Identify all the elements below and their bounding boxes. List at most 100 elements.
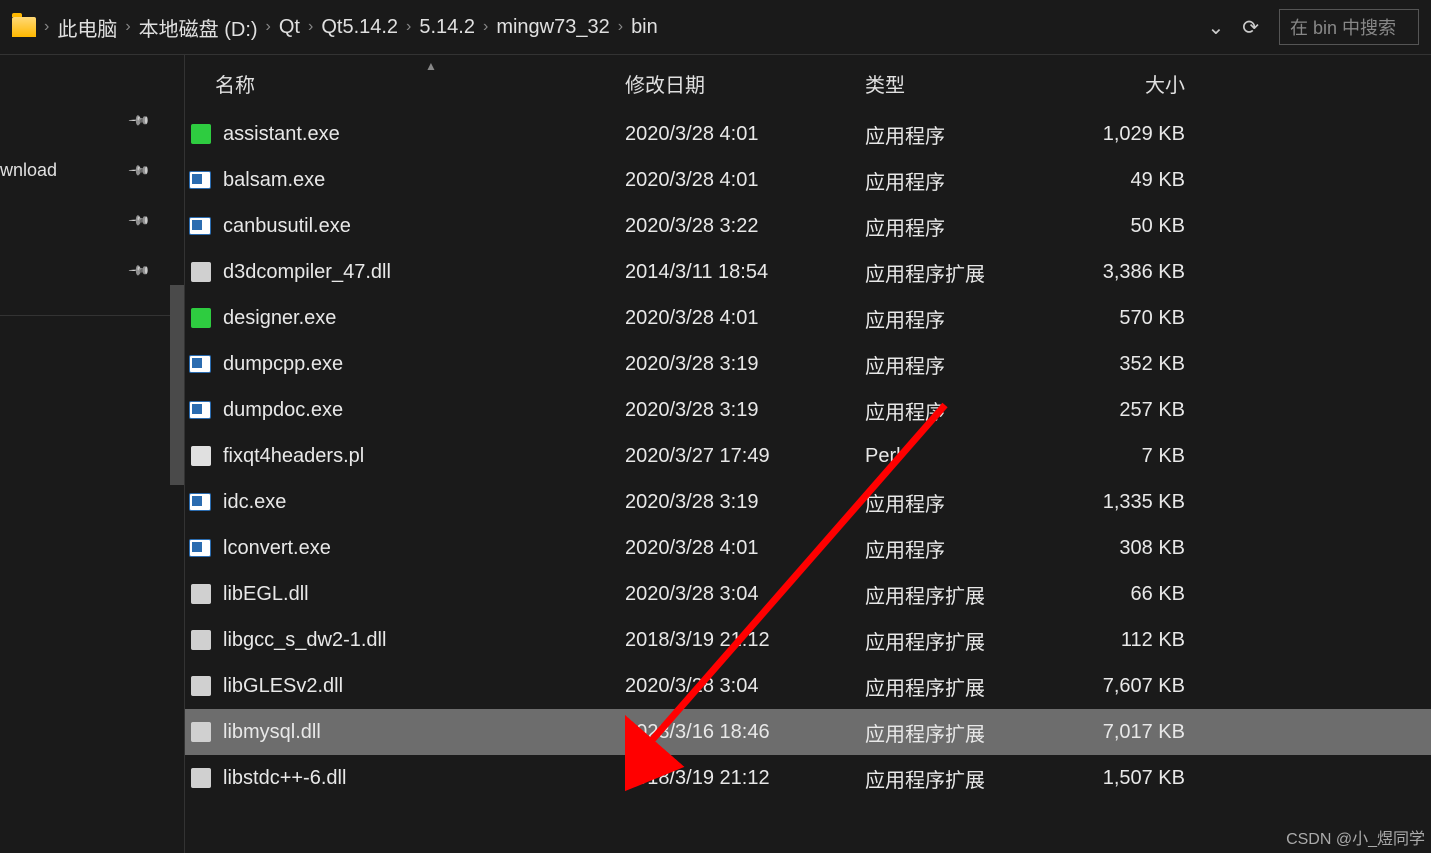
file-row[interactable]: dumpdoc.exe2020/3/28 3:19应用程序257 KB xyxy=(185,387,1431,433)
file-type: 应用程序 xyxy=(865,396,1065,425)
file-size: 7 KB xyxy=(1065,445,1195,468)
file-row[interactable]: fixqt4headers.pl2020/3/27 17:49Perl7 KB xyxy=(185,433,1431,479)
chevron-right-icon[interactable]: › xyxy=(308,18,313,36)
file-row[interactable]: d3dcompiler_47.dll2014/3/11 18:54应用程序扩展3… xyxy=(185,249,1431,295)
file-date: 2023/3/16 18:46 xyxy=(625,721,865,744)
chevron-right-icon[interactable]: › xyxy=(618,18,623,36)
chevron-right-icon[interactable]: › xyxy=(266,18,271,36)
file-name: libGLESv2.dll xyxy=(215,675,625,698)
file-date: 2020/3/28 3:19 xyxy=(625,399,865,422)
breadcrumb-item[interactable]: Qt5.14.2 xyxy=(319,14,400,41)
file-size: 7,607 KB xyxy=(1065,675,1195,698)
file-date: 2014/3/11 18:54 xyxy=(625,261,865,284)
chevron-down-icon[interactable]: ⌄ xyxy=(1207,15,1224,40)
scrollbar-thumb[interactable] xyxy=(170,285,184,485)
file-name: libmysql.dll xyxy=(215,721,625,744)
column-name[interactable]: 名称 xyxy=(185,69,625,98)
chevron-right-icon[interactable]: › xyxy=(44,18,49,36)
sidebar-item[interactable]: wnload 📌 xyxy=(0,145,184,195)
breadcrumb-item[interactable]: 本地磁盘 (D:) xyxy=(137,11,260,44)
sidebar-item[interactable]: 📌 xyxy=(0,245,184,295)
file-icon xyxy=(185,446,215,466)
nav-controls: ⌄ ⟳ xyxy=(1187,15,1279,40)
file-date: 2020/3/28 3:22 xyxy=(625,215,865,238)
sidebar-item-label: wnload xyxy=(0,160,57,181)
file-icon xyxy=(185,217,215,235)
file-row[interactable]: libGLESv2.dll2020/3/28 3:04应用程序扩展7,607 K… xyxy=(185,663,1431,709)
breadcrumb-item[interactable]: mingw73_32 xyxy=(494,14,611,41)
file-size: 50 KB xyxy=(1065,215,1195,238)
column-size[interactable]: 大小 xyxy=(1065,69,1195,98)
content-pane: ▲ 名称 修改日期 类型 大小 assistant.exe2020/3/28 4… xyxy=(185,55,1431,853)
file-date: 2020/3/28 3:04 xyxy=(625,675,865,698)
chevron-right-icon[interactable]: › xyxy=(483,18,488,36)
file-type: 应用程序 xyxy=(865,534,1065,563)
file-size: 49 KB xyxy=(1065,169,1195,192)
file-type: 应用程序 xyxy=(865,304,1065,333)
file-name: idc.exe xyxy=(215,491,625,514)
file-list: assistant.exe2020/3/28 4:01应用程序1,029 KBb… xyxy=(185,103,1431,801)
column-type[interactable]: 类型 xyxy=(865,69,1065,98)
file-name: d3dcompiler_47.dll xyxy=(215,261,625,284)
search-input[interactable]: 在 bin 中搜索 xyxy=(1279,9,1419,45)
file-icon xyxy=(185,262,215,282)
sidebar-item[interactable]: 📌 xyxy=(0,195,184,245)
breadcrumb-item[interactable]: 此电脑 xyxy=(55,11,119,44)
file-size: 308 KB xyxy=(1065,537,1195,560)
file-row[interactable]: designer.exe2020/3/28 4:01应用程序570 KB xyxy=(185,295,1431,341)
breadcrumb-item[interactable]: Qt xyxy=(277,14,302,41)
breadcrumb-item[interactable]: 5.14.2 xyxy=(417,14,477,41)
file-date: 2018/3/19 21:12 xyxy=(625,629,865,652)
file-size: 570 KB xyxy=(1065,307,1195,330)
pin-icon: 📌 xyxy=(127,108,151,132)
refresh-icon[interactable]: ⟳ xyxy=(1242,15,1259,40)
file-type: 应用程序扩展 xyxy=(865,258,1065,287)
column-date[interactable]: 修改日期 xyxy=(625,69,865,98)
file-row[interactable]: canbusutil.exe2020/3/28 3:22应用程序50 KB xyxy=(185,203,1431,249)
file-row[interactable]: libgcc_s_dw2-1.dll2018/3/19 21:12应用程序扩展1… xyxy=(185,617,1431,663)
file-row[interactable]: libmysql.dll2023/3/16 18:46应用程序扩展7,017 K… xyxy=(185,709,1431,755)
file-date: 2020/3/28 4:01 xyxy=(625,537,865,560)
file-type: 应用程序 xyxy=(865,350,1065,379)
file-date: 2018/3/19 21:12 xyxy=(625,767,865,790)
file-size: 66 KB xyxy=(1065,583,1195,606)
watermark: CSDN @小_煜同学 xyxy=(1286,825,1425,849)
breadcrumb-item[interactable]: bin xyxy=(629,14,660,41)
file-type: 应用程序 xyxy=(865,488,1065,517)
file-icon xyxy=(185,539,215,557)
file-icon xyxy=(185,171,215,189)
file-row[interactable]: libEGL.dll2020/3/28 3:04应用程序扩展66 KB xyxy=(185,571,1431,617)
file-row[interactable]: libstdc++-6.dll2018/3/19 21:12应用程序扩展1,50… xyxy=(185,755,1431,801)
file-date: 2020/3/27 17:49 xyxy=(625,445,865,468)
file-icon xyxy=(185,355,215,373)
file-row[interactable]: idc.exe2020/3/28 3:19应用程序1,335 KB xyxy=(185,479,1431,525)
chevron-right-icon[interactable]: › xyxy=(406,18,411,36)
chevron-right-icon[interactable]: › xyxy=(125,18,130,36)
file-type: 应用程序扩展 xyxy=(865,626,1065,655)
file-icon xyxy=(185,308,215,328)
sidebar: 📌 wnload 📌 📌 📌 xyxy=(0,55,185,853)
file-row[interactable]: dumpcpp.exe2020/3/28 3:19应用程序352 KB xyxy=(185,341,1431,387)
pin-icon: 📌 xyxy=(127,158,151,182)
file-icon xyxy=(185,722,215,742)
address-bar: › 此电脑 › 本地磁盘 (D:) › Qt › Qt5.14.2 › 5.14.2 › mingw7… xyxy=(0,0,1431,55)
file-size: 7,017 KB xyxy=(1065,721,1195,744)
folder-icon xyxy=(12,17,36,37)
file-row[interactable]: balsam.exe2020/3/28 4:01应用程序49 KB xyxy=(185,157,1431,203)
file-name: dumpcpp.exe xyxy=(215,353,625,376)
file-type: 应用程序 xyxy=(865,166,1065,195)
file-row[interactable]: assistant.exe2020/3/28 4:01应用程序1,029 KB xyxy=(185,111,1431,157)
sidebar-item[interactable]: 📌 xyxy=(0,95,184,145)
pin-icon: 📌 xyxy=(127,208,151,232)
file-size: 3,386 KB xyxy=(1065,261,1195,284)
file-type: 应用程序扩展 xyxy=(865,580,1065,609)
file-type: 应用程序 xyxy=(865,120,1065,149)
divider xyxy=(0,315,184,316)
file-date: 2020/3/28 3:19 xyxy=(625,491,865,514)
breadcrumb[interactable]: › 此电脑 › 本地磁盘 (D:) › Qt › Qt5.14.2 › 5.14.2 › mingw7… xyxy=(44,11,1187,44)
columns-header: 名称 修改日期 类型 大小 xyxy=(185,55,1431,103)
file-name: lconvert.exe xyxy=(215,537,625,560)
file-row[interactable]: lconvert.exe2020/3/28 4:01应用程序308 KB xyxy=(185,525,1431,571)
sort-indicator-icon[interactable]: ▲ xyxy=(425,59,437,73)
file-type: 应用程序扩展 xyxy=(865,764,1065,793)
